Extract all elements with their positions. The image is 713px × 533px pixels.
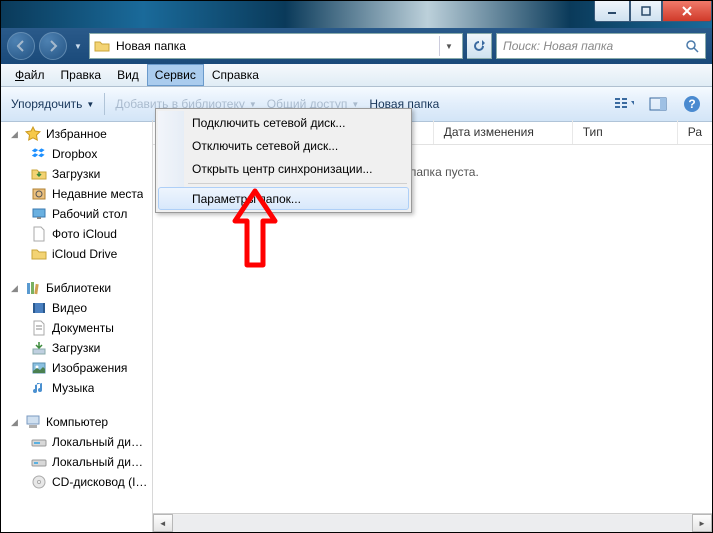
sidebar-item-downloads2[interactable]: Загрузки: [5, 338, 148, 358]
sidebar-item-recent[interactable]: Недавние места: [5, 184, 148, 204]
drive-icon: [31, 454, 47, 470]
preview-pane-button[interactable]: [648, 94, 668, 114]
menu-edit[interactable]: Правка: [53, 64, 110, 86]
collapse-icon: ◢: [11, 283, 20, 294]
sidebar-item-documents[interactable]: Документы: [5, 318, 148, 338]
video-icon: [31, 300, 47, 316]
menu-view[interactable]: Вид: [109, 64, 147, 86]
forward-button[interactable]: [39, 32, 67, 60]
scroll-right-button[interactable]: ►: [692, 514, 712, 532]
downloads-icon: [31, 340, 47, 356]
cd-icon: [31, 474, 47, 490]
refresh-button[interactable]: [467, 33, 492, 59]
libraries-icon: [25, 280, 41, 296]
menu-open-sync-center[interactable]: Открыть центр синхронизации...: [158, 157, 409, 180]
column-size[interactable]: Ра: [678, 120, 712, 144]
sidebar-item-videos[interactable]: Видео: [5, 298, 148, 318]
sidebar-libraries[interactable]: ◢ Библиотеки: [5, 278, 148, 298]
back-button[interactable]: [7, 32, 35, 60]
search-placeholder: Поиск: Новая папка: [503, 39, 613, 53]
sidebar-item-icloud-photos[interactable]: Фото iCloud: [5, 224, 148, 244]
sidebar-item-cd-drive[interactable]: CD-дисковод (I:) D: [5, 472, 148, 492]
horizontal-scrollbar[interactable]: ◄ ►: [153, 513, 712, 532]
nav-history-dropdown[interactable]: ▼: [71, 33, 85, 59]
folder-icon: [31, 246, 47, 262]
dropbox-icon: [31, 146, 47, 162]
sidebar-item-downloads[interactable]: Загрузки: [5, 164, 148, 184]
tools-menu-dropdown: Подключить сетевой диск... Отключить сет…: [155, 108, 412, 213]
maximize-button[interactable]: [630, 1, 662, 22]
sidebar-item-pictures[interactable]: Изображения: [5, 358, 148, 378]
help-button[interactable]: ?: [682, 94, 702, 114]
sidebar-item-icloud-drive[interactable]: iCloud Drive: [5, 244, 148, 264]
drive-icon: [31, 434, 47, 450]
file-icon: [31, 226, 47, 242]
address-bar[interactable]: Новая папка ▼: [89, 33, 463, 59]
column-date[interactable]: Дата изменения: [434, 120, 573, 144]
address-dropdown-icon[interactable]: ▼: [439, 36, 458, 56]
svg-text:?: ?: [688, 97, 695, 111]
star-icon: [25, 126, 41, 142]
recent-icon: [31, 186, 47, 202]
search-icon: [685, 39, 699, 53]
close-button[interactable]: [662, 1, 712, 22]
sidebar-computer[interactable]: ◢ Компьютер: [5, 412, 148, 432]
documents-icon: [31, 320, 47, 336]
organize-button[interactable]: Упорядочить▼: [11, 97, 94, 111]
menu-disconnect-network-drive[interactable]: Отключить сетевой диск...: [158, 134, 409, 157]
navigation-bar: ▼ Новая папка ▼ Поиск: Новая папка: [1, 28, 712, 64]
column-type[interactable]: Тип: [573, 120, 678, 144]
sidebar-item-desktop[interactable]: Рабочий стол: [5, 204, 148, 224]
computer-icon: [25, 414, 41, 430]
folder-icon: [31, 166, 47, 182]
sidebar-favorites[interactable]: ◢ Избранное: [5, 124, 148, 144]
sidebar-item-disk-d[interactable]: Локальный диск (D: [5, 452, 148, 472]
sidebar-item-dropbox[interactable]: Dropbox: [5, 144, 148, 164]
view-options-button[interactable]: [614, 94, 634, 114]
collapse-icon: ◢: [11, 417, 20, 428]
search-input[interactable]: Поиск: Новая папка: [496, 33, 706, 59]
chevron-down-icon: ▼: [86, 100, 94, 109]
sidebar-item-disk-c[interactable]: Локальный диск (С: [5, 432, 148, 452]
explorer-window: ▼ Новая папка ▼ Поиск: Новая папка Файл …: [0, 0, 713, 533]
menu-folder-options[interactable]: Параметры папок...: [158, 187, 409, 210]
menu-map-network-drive[interactable]: Подключить сетевой диск...: [158, 111, 409, 134]
menu-bar: Файл Правка Вид Сервис Справка: [1, 64, 712, 87]
collapse-icon: ◢: [11, 129, 20, 140]
minimize-button[interactable]: [594, 1, 630, 22]
titlebar: [1, 1, 712, 28]
navigation-pane: ◢ Избранное Dropbox Загрузки Недавние ме…: [1, 120, 153, 532]
scroll-left-button[interactable]: ◄: [153, 514, 173, 532]
music-icon: [31, 380, 47, 396]
menu-tools[interactable]: Сервис: [147, 64, 204, 86]
sidebar-item-music[interactable]: Музыка: [5, 378, 148, 398]
pictures-icon: [31, 360, 47, 376]
folder-icon: [94, 38, 110, 54]
desktop-icon: [31, 206, 47, 222]
address-path: Новая папка: [116, 39, 186, 53]
menu-file[interactable]: Файл: [7, 64, 53, 86]
menu-help[interactable]: Справка: [204, 64, 267, 86]
